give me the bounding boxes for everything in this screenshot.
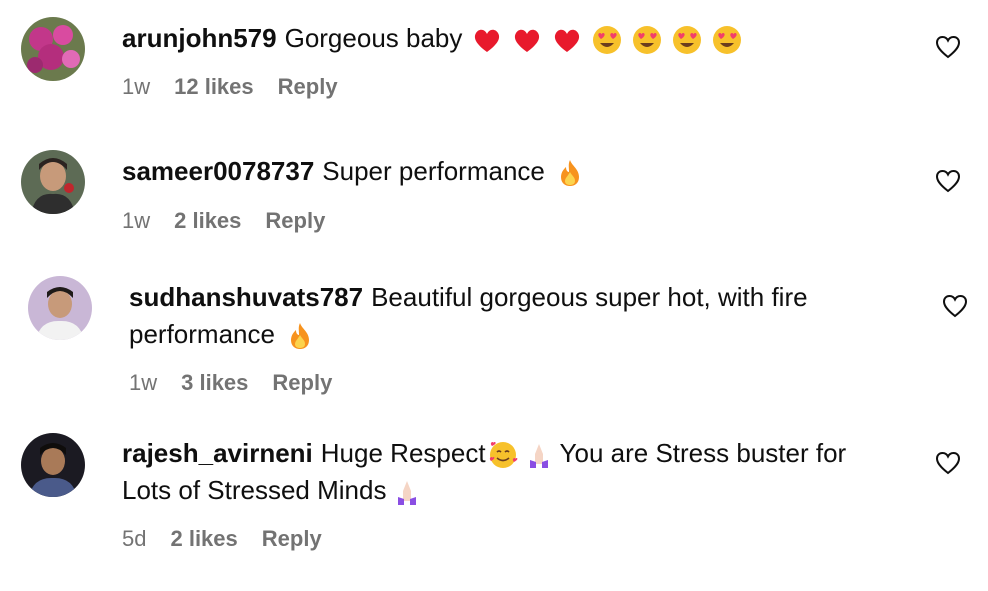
like-heart-icon[interactable] — [935, 450, 961, 476]
heart-eyes-icon — [633, 26, 662, 55]
like-heart-icon[interactable] — [935, 168, 961, 194]
comment-text: sameer0078737 Super performance — [122, 153, 892, 190]
comment-meta: 1w 2 likes Reply — [122, 208, 325, 234]
comment-body-continued: You are Stress buster for — [559, 438, 847, 468]
red-heart-icon — [475, 29, 500, 53]
avatar-man-image — [28, 276, 92, 340]
comment-text: sudhanshuvats787 Beautiful gorgeous super… — [129, 279, 899, 353]
fire-icon — [560, 160, 579, 187]
avatar[interactable] — [28, 276, 92, 340]
likes-count[interactable]: 3 likes — [181, 370, 248, 396]
heart-eyes-icon — [673, 26, 702, 55]
comment-username[interactable]: sameer0078737 — [122, 156, 314, 186]
avatar-flowers-image — [21, 17, 85, 81]
comment-body: Gorgeous baby — [284, 23, 463, 53]
comment-body: Super performance — [322, 156, 545, 186]
avatar-man-image — [21, 433, 85, 497]
reply-button[interactable]: Reply — [278, 74, 338, 100]
smiling-face-with-hearts-icon — [489, 442, 517, 469]
comment-text: rajesh_avirneni Huge Respect You are Stre… — [122, 435, 892, 509]
emoji-row — [285, 321, 315, 351]
heart-eyes-icon — [593, 26, 622, 55]
fire-icon — [290, 323, 309, 350]
emoji-row — [488, 440, 554, 470]
comment-body-line2: performance — [129, 319, 275, 349]
like-heart-icon[interactable] — [935, 34, 961, 60]
comment-text: arunjohn579 Gorgeous baby — [122, 20, 892, 57]
reply-button[interactable]: Reply — [262, 526, 322, 552]
avatar[interactable] — [21, 433, 85, 497]
emoji-row — [472, 25, 742, 55]
red-heart-icon — [555, 29, 580, 53]
avatar[interactable] — [21, 150, 85, 214]
comment-body-line2: Lots of Stressed Minds — [122, 475, 387, 505]
reply-button[interactable]: Reply — [272, 370, 332, 396]
comment-time: 1w — [122, 208, 151, 233]
comment-username[interactable]: rajesh_avirneni — [122, 438, 313, 468]
red-heart-icon — [515, 29, 540, 53]
likes-count[interactable]: 2 likes — [174, 208, 241, 234]
avatar-man-image — [21, 150, 85, 214]
heart-eyes-icon — [713, 26, 742, 55]
comment-meta: 1w 3 likes Reply — [129, 370, 332, 396]
emoji-row — [392, 477, 422, 507]
comment-time: 5d — [122, 526, 147, 551]
comment-meta: 5d 2 likes Reply — [122, 526, 322, 552]
reply-button[interactable]: Reply — [265, 208, 325, 234]
avatar[interactable] — [21, 17, 85, 81]
comment-username[interactable]: sudhanshuvats787 — [129, 282, 363, 312]
comment-username[interactable]: arunjohn579 — [122, 23, 277, 53]
comment-time: 1w — [129, 370, 158, 395]
comment-body: Huge Respect — [320, 438, 486, 468]
emoji-row — [555, 158, 585, 188]
likes-count[interactable]: 2 likes — [170, 526, 237, 552]
comment-body: Beautiful gorgeous super hot, with fire — [371, 282, 808, 312]
like-heart-icon[interactable] — [942, 293, 968, 319]
folded-hands-icon — [529, 444, 548, 469]
comment-meta: 1w 12 likes Reply — [122, 74, 338, 100]
folded-hands-icon — [398, 481, 417, 506]
comment-time: 1w — [122, 74, 151, 99]
likes-count[interactable]: 12 likes — [174, 74, 254, 100]
